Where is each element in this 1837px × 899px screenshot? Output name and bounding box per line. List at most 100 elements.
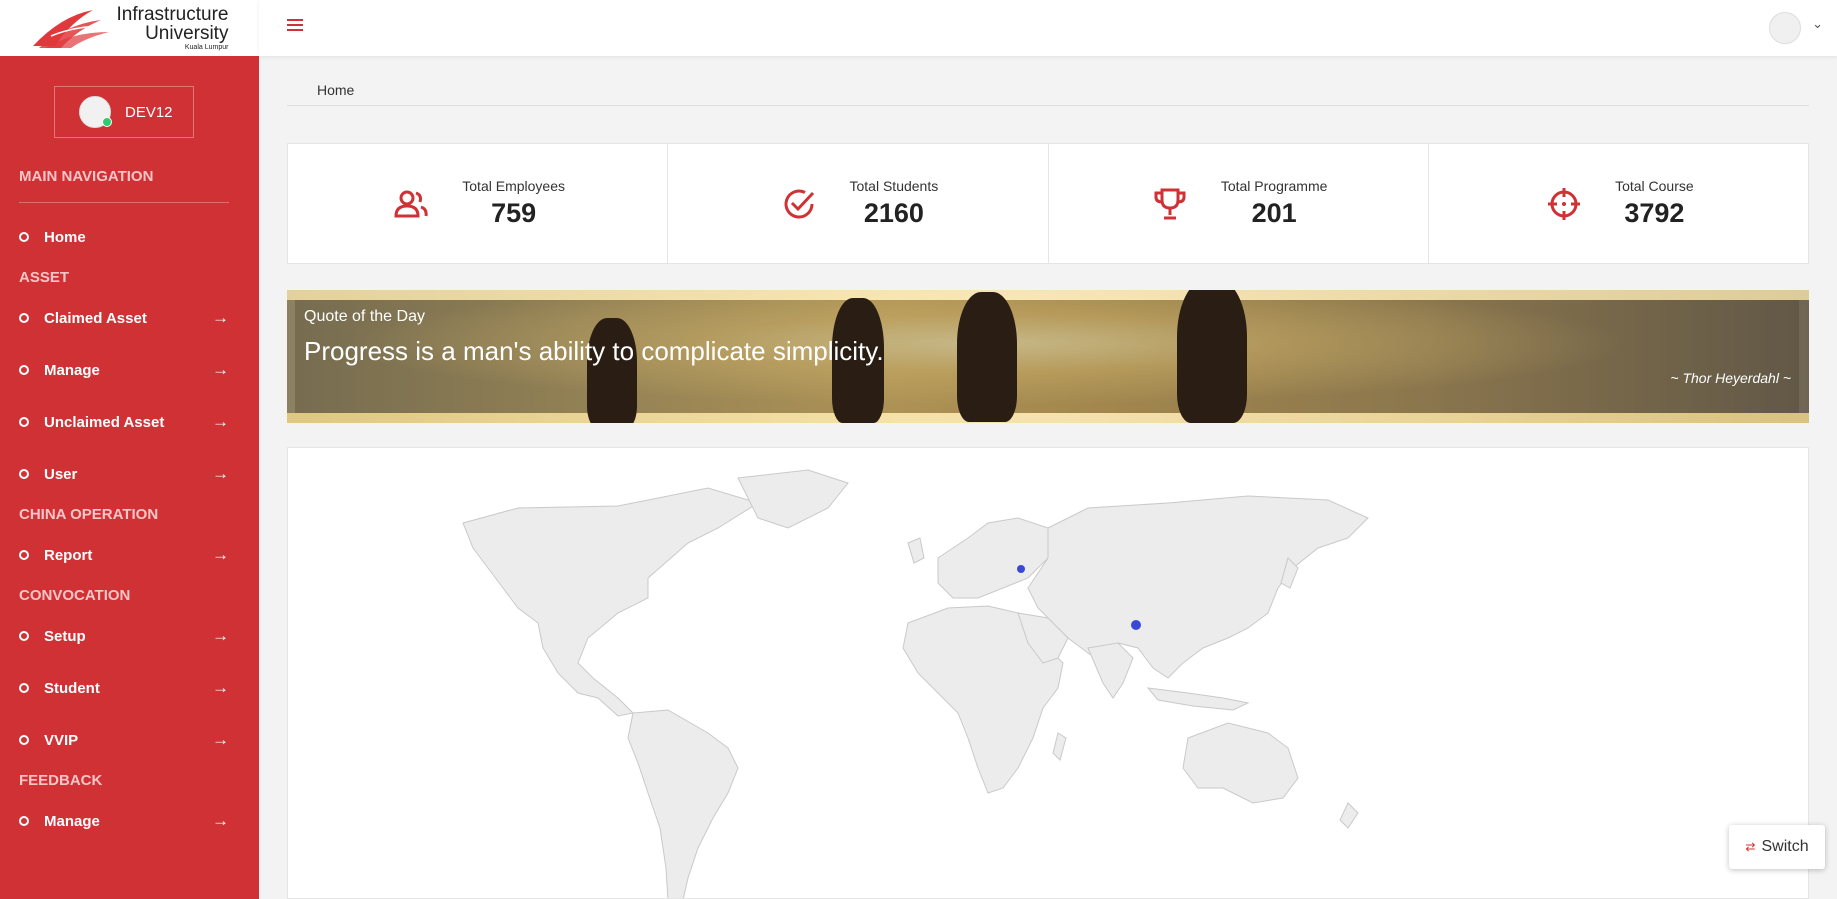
trophy-icon	[1149, 183, 1191, 225]
silhouette-child-1	[587, 318, 637, 423]
stat-value: 2160	[863, 198, 924, 228]
sidebar-item-claimed-asset[interactable]: Claimed Asset →	[0, 292, 259, 344]
users-icon	[390, 183, 432, 225]
sidebar-item-label: Manage	[44, 361, 100, 379]
greenland	[737, 469, 849, 529]
arrow-right-icon: →	[212, 811, 229, 830]
world-map-card	[287, 447, 1809, 899]
sidebar-item-label: User	[44, 465, 78, 483]
check-circle-icon	[778, 183, 820, 225]
sidebar-item-home[interactable]: Home	[0, 211, 259, 263]
brand-name: Infrastructure University Kuala Lumpur	[117, 5, 229, 51]
indonesia	[1146, 687, 1250, 711]
sidebar-item-manage[interactable]: Manage →	[0, 344, 259, 396]
nav-section-title: CONVOCATION	[19, 586, 131, 604]
chevron-down-icon[interactable]: ⌄	[1812, 16, 1823, 32]
map-marker-malaysia[interactable]	[1131, 620, 1141, 630]
south-america	[627, 709, 739, 898]
north-america	[462, 487, 760, 717]
circle-icon	[19, 232, 29, 242]
switch-button[interactable]: ⇄ Switch	[1729, 825, 1825, 869]
quote-title: Quote of the Day	[304, 308, 425, 325]
stat-value: 759	[491, 198, 537, 228]
sidebar-item-student[interactable]: Student →	[0, 662, 259, 714]
australia	[1182, 722, 1299, 804]
new-zealand	[1339, 802, 1359, 829]
banner-bottom-strip	[287, 413, 1809, 423]
stat-value: 3792	[1624, 198, 1685, 228]
brand-line3: Kuala Lumpur	[184, 44, 229, 51]
breadcrumb: Home	[287, 78, 1809, 106]
arrow-right-icon: →	[212, 308, 229, 327]
nav-section-title: CHINA OPERATION	[19, 505, 159, 523]
arrow-right-icon: →	[212, 730, 229, 749]
united-kingdom	[907, 537, 925, 564]
sidebar: Infrastructure University Kuala Lumpur D…	[0, 0, 259, 899]
sidebar-item-label: VVIP	[44, 731, 79, 749]
switch-label: Switch	[1761, 838, 1809, 855]
map-marker-oman[interactable]	[1017, 565, 1025, 573]
india	[1087, 642, 1134, 699]
arrow-right-icon: →	[212, 464, 229, 483]
sidebar-item-label: Setup	[44, 627, 86, 645]
brand-line1: Infrastructure	[116, 4, 229, 25]
arrow-right-icon: →	[212, 360, 229, 379]
circle-icon	[19, 469, 29, 479]
sidebar-item-manage[interactable]: Manage →	[0, 795, 259, 847]
brand-line2: University	[145, 23, 229, 44]
circle-icon	[19, 365, 29, 375]
main-navigation: MAIN NAVIGATION Home ASSET Claimed Asset → Ma…	[0, 160, 259, 847]
stat-label: Total Students	[849, 178, 939, 194]
user-name: DEV12	[125, 103, 173, 121]
stat-programme: Total Programme 201	[1049, 144, 1429, 263]
sidebar-item-label: Student	[44, 679, 100, 697]
circle-icon	[19, 417, 29, 427]
silhouette-child-3	[957, 292, 1017, 422]
arrow-right-icon: →	[212, 626, 229, 645]
stat-label: Total Course	[1615, 178, 1694, 194]
nav-section-title: ASSET	[19, 268, 70, 286]
stat-employees: Total Employees 759	[288, 144, 669, 263]
avatar	[79, 96, 112, 128]
stat-label: Total Employees	[462, 178, 565, 194]
sidebar-item-label: Manage	[44, 812, 100, 830]
sidebar-item-setup[interactable]: Setup →	[0, 610, 259, 662]
nav-divider	[19, 202, 229, 203]
nav-section-title: MAIN NAVIGATION	[19, 167, 154, 185]
stats-panel: Total Employees 759 Total Students 2160 …	[287, 143, 1809, 264]
crosshair-icon	[1543, 183, 1585, 225]
sidebar-item-user[interactable]: User →	[0, 448, 259, 500]
world-map[interactable]	[288, 448, 1809, 899]
sidebar-item-unclaimed-asset[interactable]: Unclaimed Asset →	[0, 396, 259, 448]
quote-author: ~ Thor Heyerdahl ~	[1670, 370, 1791, 386]
sidebar-item-label: Home	[44, 228, 86, 246]
circle-icon	[19, 631, 29, 641]
circle-icon	[19, 816, 29, 826]
arrow-right-icon: →	[212, 678, 229, 697]
circle-icon	[19, 550, 29, 560]
sidebar-item-label: Report	[44, 546, 93, 564]
asia	[1027, 495, 1369, 679]
quote-text: Progress is a man's ability to complicat…	[304, 336, 884, 366]
circle-icon	[19, 683, 29, 693]
switch-icon: ⇄	[1745, 840, 1756, 854]
user-panel[interactable]: DEV12	[54, 86, 194, 138]
nav-section-title: FEEDBACK	[19, 771, 103, 789]
top-avatar[interactable]	[1769, 12, 1801, 44]
topbar: ⌄	[259, 0, 1837, 56]
online-status-dot	[102, 117, 112, 127]
banner-top-strip	[287, 290, 1809, 300]
sidebar-item-label: Claimed Asset	[44, 309, 147, 327]
stat-students: Total Students 2160	[668, 144, 1049, 263]
stat-value: 201	[1251, 198, 1297, 228]
brand-logo[interactable]: Infrastructure University Kuala Lumpur	[0, 0, 259, 56]
silhouette-child-4	[1177, 290, 1247, 423]
breadcrumb-home[interactable]: Home	[317, 82, 354, 98]
sidebar-item-report[interactable]: Report →	[0, 529, 259, 581]
circle-icon	[19, 313, 29, 323]
sidebar-item-vvip[interactable]: VVIP →	[0, 714, 259, 766]
arrow-right-icon: →	[212, 545, 229, 564]
menu-toggle-icon[interactable]	[287, 19, 303, 33]
sidebar-item-label: Unclaimed Asset	[44, 413, 165, 431]
arrow-right-icon: →	[212, 412, 229, 431]
